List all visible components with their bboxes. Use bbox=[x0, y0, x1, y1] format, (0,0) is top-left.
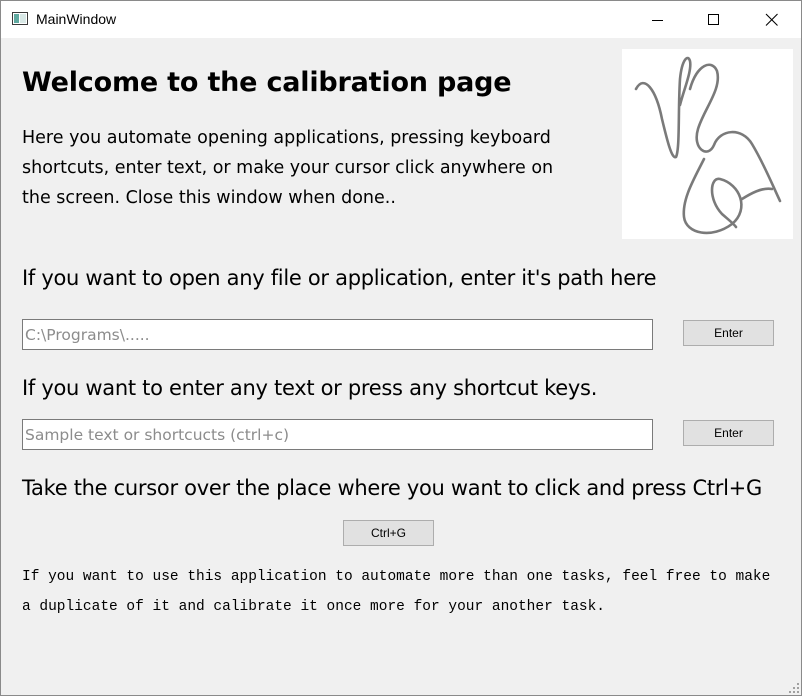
text-enter-button[interactable]: Enter bbox=[683, 420, 774, 446]
minimize-icon bbox=[652, 20, 663, 21]
intro-text: Here you automate opening applications, … bbox=[22, 128, 554, 208]
main-window: MainWindow Welcome to the calibration pa… bbox=[0, 0, 802, 696]
click-instructions-label: Take the cursor over the place where you… bbox=[22, 476, 762, 500]
logo-image bbox=[622, 49, 793, 239]
footer-note: If you want to use this application to a… bbox=[22, 569, 771, 615]
path-input[interactable] bbox=[22, 319, 653, 350]
open-file-label: If you want to open any file or applicat… bbox=[22, 266, 657, 290]
maximize-icon bbox=[708, 14, 719, 25]
minimize-button[interactable] bbox=[635, 1, 681, 38]
window-app-icon bbox=[12, 12, 28, 25]
window-title: MainWindow bbox=[36, 11, 117, 27]
enter-text-label: If you want to enter any text or press a… bbox=[22, 376, 598, 400]
ctrl-g-button[interactable]: Ctrl+G bbox=[343, 520, 434, 546]
page-title: Welcome to the calibration page bbox=[22, 67, 512, 98]
title-bar[interactable]: MainWindow bbox=[1, 1, 801, 38]
signature-logo bbox=[634, 56, 782, 235]
close-icon bbox=[765, 13, 778, 26]
text-shortcut-input[interactable] bbox=[22, 419, 653, 450]
open-enter-button[interactable]: Enter bbox=[683, 320, 774, 346]
maximize-button[interactable] bbox=[691, 1, 737, 38]
close-button[interactable] bbox=[749, 1, 795, 38]
resize-grip-icon[interactable] bbox=[788, 682, 799, 693]
